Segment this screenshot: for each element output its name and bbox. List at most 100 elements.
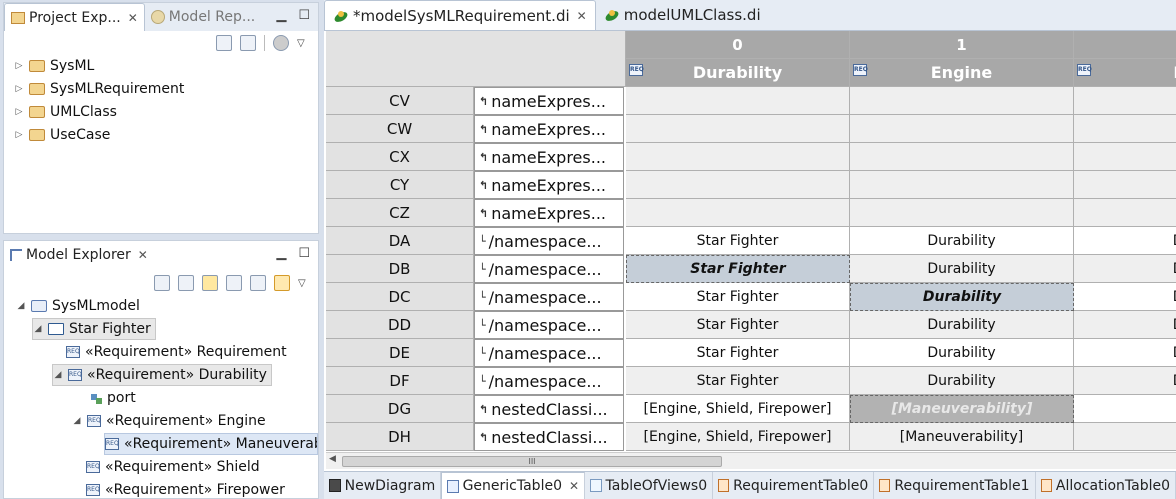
view-menu-icon[interactable]: ▽	[298, 278, 306, 289]
tree-item-requirement[interactable]: ◢ REQ «Requirement» Durability	[52, 364, 272, 386]
tree-item-umlclass[interactable]: ▷ UMLClass	[14, 101, 117, 123]
table-cell[interactable]	[850, 171, 1074, 199]
table-cell[interactable]	[850, 143, 1074, 171]
maximize-icon[interactable]: ☐	[298, 8, 310, 23]
table-cell[interactable]	[1074, 423, 1176, 451]
table-cell[interactable]: Dur	[1074, 339, 1176, 367]
table-cell[interactable]: [Engine, Shield, Firepower]	[626, 395, 850, 423]
row-label[interactable]: ↰ nameExpres...	[474, 199, 624, 227]
row-header[interactable]: CW	[326, 115, 474, 143]
row-label[interactable]: └/namespace...	[474, 283, 624, 311]
column-header[interactable]: REQ Durability	[626, 59, 850, 87]
tab-model-explorer[interactable]: Model Explorer ✕	[4, 241, 154, 269]
table-cell[interactable]: Durability	[850, 367, 1074, 395]
row-label[interactable]: ↰ nameExpres...	[474, 171, 624, 199]
row-header[interactable]: CX	[326, 143, 474, 171]
row-header[interactable]: DB	[326, 255, 474, 283]
tree-item-model[interactable]: ◢ SysMLmodel	[16, 295, 140, 317]
close-icon[interactable]: ✕	[138, 248, 148, 262]
tab-model-repository[interactable]: Model Rep...	[145, 3, 261, 31]
horizontal-scrollbar[interactable]: ◀ III	[326, 452, 1176, 469]
tab-allocation-table[interactable]: AllocationTable0	[1036, 472, 1176, 499]
minimize-icon[interactable]: ▁	[276, 246, 286, 261]
list-view-icon[interactable]	[154, 275, 170, 291]
collapse-all-icon[interactable]	[216, 35, 232, 51]
row-label[interactable]: ↰ nameExpres...	[474, 143, 624, 171]
row-header[interactable]: DA	[326, 227, 474, 255]
row-header[interactable]: DF	[326, 367, 474, 395]
column-header[interactable]: REQ Engine	[850, 59, 1074, 87]
tree-item-requirement[interactable]: ◢ REQ «Requirement» Engine	[72, 410, 266, 432]
table-cell[interactable]: Durability	[850, 311, 1074, 339]
row-label[interactable]: ↰ nameExpres...	[474, 115, 624, 143]
table-cell[interactable]	[1074, 395, 1176, 423]
tab-model-sysml-requirement[interactable]: *modelSysMLRequirement.di ✕	[324, 0, 596, 30]
table-cell[interactable]: Star Fighter	[626, 339, 850, 367]
minimize-icon[interactable]: ▁	[276, 8, 286, 23]
row-label[interactable]: └/namespace...	[474, 367, 624, 395]
expand-icon[interactable]: ▷	[14, 84, 24, 94]
tree-item-package[interactable]: ◢ Star Fighter	[32, 318, 156, 340]
column-header[interactable]: REQFir	[1074, 59, 1176, 87]
column-index[interactable]	[1074, 31, 1176, 59]
close-icon[interactable]: ✕	[128, 11, 138, 25]
collapse-icon[interactable]: ◢	[53, 370, 63, 380]
table-cell[interactable]	[1074, 171, 1176, 199]
tab-requirement-table-0[interactable]: RequirementTable0	[713, 472, 875, 499]
row-label[interactable]: ↰ nestedClassi...	[474, 395, 624, 423]
table-cell[interactable]: Durability	[850, 339, 1074, 367]
expand-icon[interactable]: ▷	[14, 130, 24, 140]
row-header[interactable]: CZ	[326, 199, 474, 227]
tab-project-explorer[interactable]: Project Exp... ✕	[4, 3, 145, 31]
tab-generic-table[interactable]: GenericTable0 ✕	[441, 472, 586, 499]
table-cell[interactable]	[850, 87, 1074, 115]
table-cell[interactable]	[850, 199, 1074, 227]
tree-item-requirement[interactable]: REQ «Requirement» Maneuverabi	[104, 433, 318, 455]
table-cell[interactable]	[1074, 87, 1176, 115]
row-label[interactable]: ↰ nameExpres...	[474, 87, 624, 115]
row-label[interactable]: ↰ nestedClassi...	[474, 423, 624, 451]
view-menu-icon[interactable]: ▽	[297, 38, 305, 49]
hierarchy-view-icon[interactable]	[178, 275, 194, 291]
table-cell[interactable]: Dur	[1074, 255, 1176, 283]
table-cell[interactable]: Star Fighter	[626, 227, 850, 255]
table-cell[interactable]: [Engine, Shield, Firepower]	[626, 423, 850, 451]
tree-item-requirement[interactable]: REQ «Requirement» Requirement	[66, 341, 287, 363]
collapse-icon[interactable]: ◢	[72, 416, 82, 426]
column-index[interactable]: 0	[626, 31, 850, 59]
collapse-icon[interactable]: ◢	[33, 324, 43, 334]
sort-alphabetically-icon[interactable]	[226, 275, 242, 291]
row-header[interactable]: DH	[326, 423, 474, 451]
table-cell[interactable]: Dur	[1074, 311, 1176, 339]
link-with-editor-icon[interactable]	[240, 35, 256, 51]
close-icon[interactable]: ✕	[577, 9, 587, 23]
tree-item-usecase[interactable]: ▷ UseCase	[14, 124, 111, 146]
table-cell[interactable]: Dur	[1074, 367, 1176, 395]
table-cell[interactable]: [Maneuverability]	[850, 395, 1074, 423]
row-label[interactable]: └/namespace...	[474, 255, 624, 283]
table-cell[interactable]	[626, 171, 850, 199]
expand-icon[interactable]: ▷	[14, 61, 24, 71]
column-index[interactable]: 1	[850, 31, 1074, 59]
table-cell[interactable]: Dur	[1074, 227, 1176, 255]
scroll-left-icon[interactable]: ◀	[329, 454, 336, 464]
tree-item-requirement[interactable]: REQ «Requirement» Firepower	[86, 479, 285, 499]
tree-item-sysmlrequirement[interactable]: ▷ SysMLRequirement	[14, 78, 185, 100]
tab-requirement-table-1[interactable]: RequirementTable1	[874, 472, 1036, 499]
row-header[interactable]: DC	[326, 283, 474, 311]
row-header[interactable]: DD	[326, 311, 474, 339]
table-cell[interactable]	[1074, 143, 1176, 171]
collapse-all-icon[interactable]	[250, 275, 266, 291]
row-label[interactable]: └/namespace...	[474, 227, 624, 255]
table-cell[interactable]	[626, 143, 850, 171]
table-cell[interactable]	[1074, 199, 1176, 227]
tree-item-sysml[interactable]: ▷ SysML	[14, 55, 95, 77]
expand-icon[interactable]: ▷	[14, 107, 24, 117]
tree-item-requirement[interactable]: REQ «Requirement» Shield	[86, 456, 260, 478]
tree-item-port[interactable]: port	[90, 387, 136, 409]
row-header[interactable]: CV	[326, 87, 474, 115]
link-with-editor-icon[interactable]	[274, 275, 290, 291]
table-cell[interactable]	[850, 115, 1074, 143]
table-cell[interactable]: [Maneuverability]	[850, 423, 1074, 451]
table-cell[interactable]: Durability	[850, 255, 1074, 283]
